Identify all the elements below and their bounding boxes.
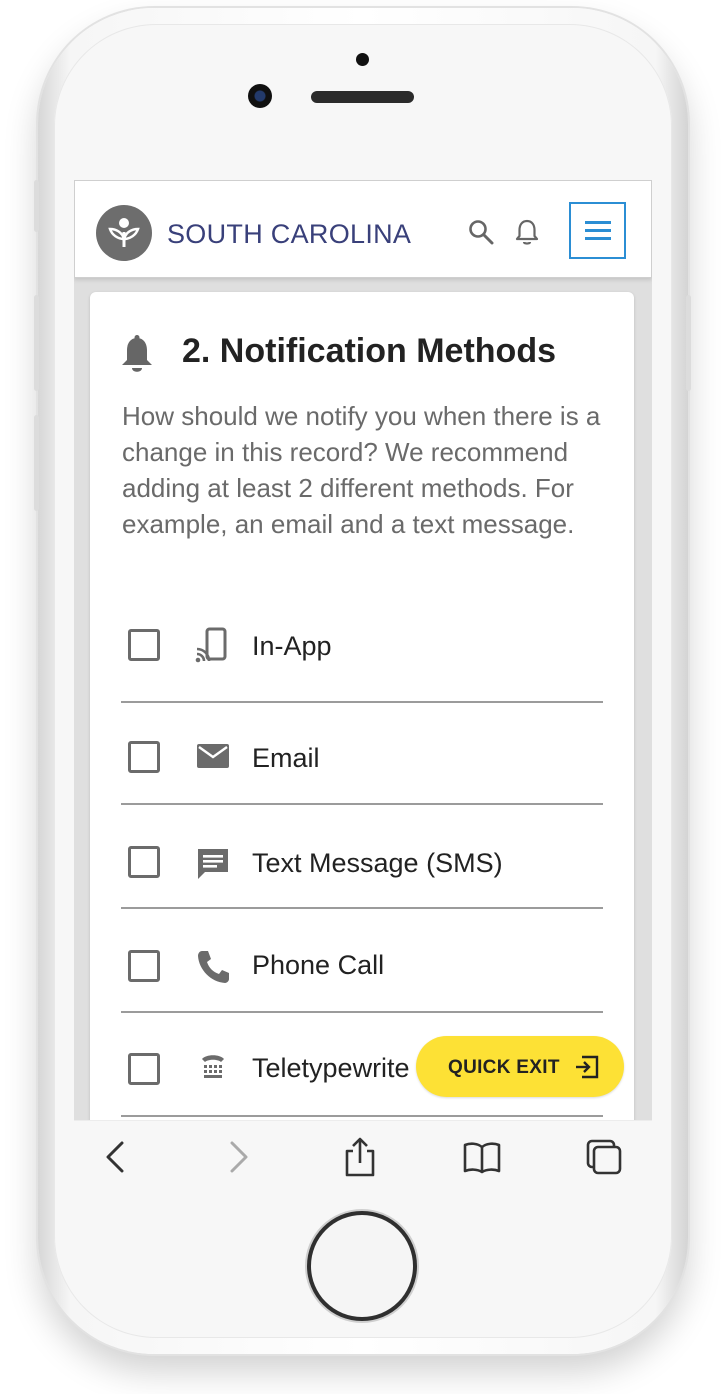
- share-icon[interactable]: [338, 1135, 382, 1179]
- sms-checkbox[interactable]: [128, 846, 160, 878]
- browser-toolbar: [74, 1120, 652, 1196]
- menu-button[interactable]: [569, 202, 626, 259]
- in-app-checkbox[interactable]: [128, 629, 160, 661]
- mail-icon: [197, 744, 229, 768]
- home-button[interactable]: [311, 1215, 413, 1317]
- divider: [121, 1011, 603, 1013]
- back-icon[interactable]: [94, 1135, 138, 1179]
- option-label: Text Message (SMS): [252, 848, 503, 878]
- exit-icon: [576, 1055, 599, 1079]
- hamburger-menu-icon: [585, 221, 611, 240]
- section-title: 2. Notification Methods: [182, 332, 556, 370]
- mute-switch: [34, 180, 39, 232]
- section-description: How should we notify you when there is a…: [122, 401, 601, 539]
- email-checkbox[interactable]: [128, 741, 160, 773]
- phone-icon: [198, 951, 229, 983]
- top-app-bar: SOUTH CAROLINA: [74, 180, 652, 278]
- bookmarks-icon[interactable]: [460, 1135, 504, 1179]
- notifications-bell-icon[interactable]: [514, 218, 540, 246]
- screen: SOUTH CAROLINA 2. Notification Methods H…: [74, 180, 652, 1120]
- divider: [121, 1115, 603, 1117]
- option-email[interactable]: Email: [121, 703, 603, 805]
- quick-exit-label: QUICK EXIT: [448, 1057, 560, 1078]
- divider: [121, 803, 603, 805]
- quick-exit-button[interactable]: QUICK EXIT: [416, 1036, 624, 1097]
- option-label: Phone Call: [252, 950, 385, 980]
- teletype-icon: [202, 1055, 224, 1078]
- tabs-icon[interactable]: [582, 1135, 626, 1179]
- front-camera: [248, 84, 272, 108]
- phone-cast-icon: [195, 627, 227, 663]
- phone-call-checkbox[interactable]: [128, 950, 160, 982]
- volume-up-button: [34, 295, 39, 391]
- forward-icon[interactable]: [216, 1135, 260, 1179]
- earpiece-speaker: [311, 91, 414, 103]
- power-button: [686, 295, 691, 391]
- volume-down-button: [34, 415, 39, 511]
- option-sms[interactable]: Text Message (SMS): [121, 807, 603, 909]
- teletype-checkbox[interactable]: [128, 1053, 160, 1085]
- option-label: Teletypewrite: [252, 1053, 410, 1083]
- divider: [121, 907, 603, 909]
- option-label: Email: [252, 743, 320, 773]
- brand-title: SOUTH CAROLINA: [167, 219, 412, 249]
- notification-methods-card: 2. Notification Methods How should we no…: [90, 292, 634, 1120]
- sprout-logo-icon: [108, 218, 140, 247]
- proximity-sensor: [356, 53, 369, 66]
- option-phone-call[interactable]: Phone Call: [121, 911, 603, 1013]
- option-in-app[interactable]: In-App: [121, 601, 603, 703]
- search-icon[interactable]: [468, 219, 494, 245]
- option-label: In-App: [252, 631, 332, 661]
- state-logo[interactable]: [96, 205, 152, 261]
- sms-icon: [198, 849, 228, 879]
- bell-icon: [122, 335, 152, 372]
